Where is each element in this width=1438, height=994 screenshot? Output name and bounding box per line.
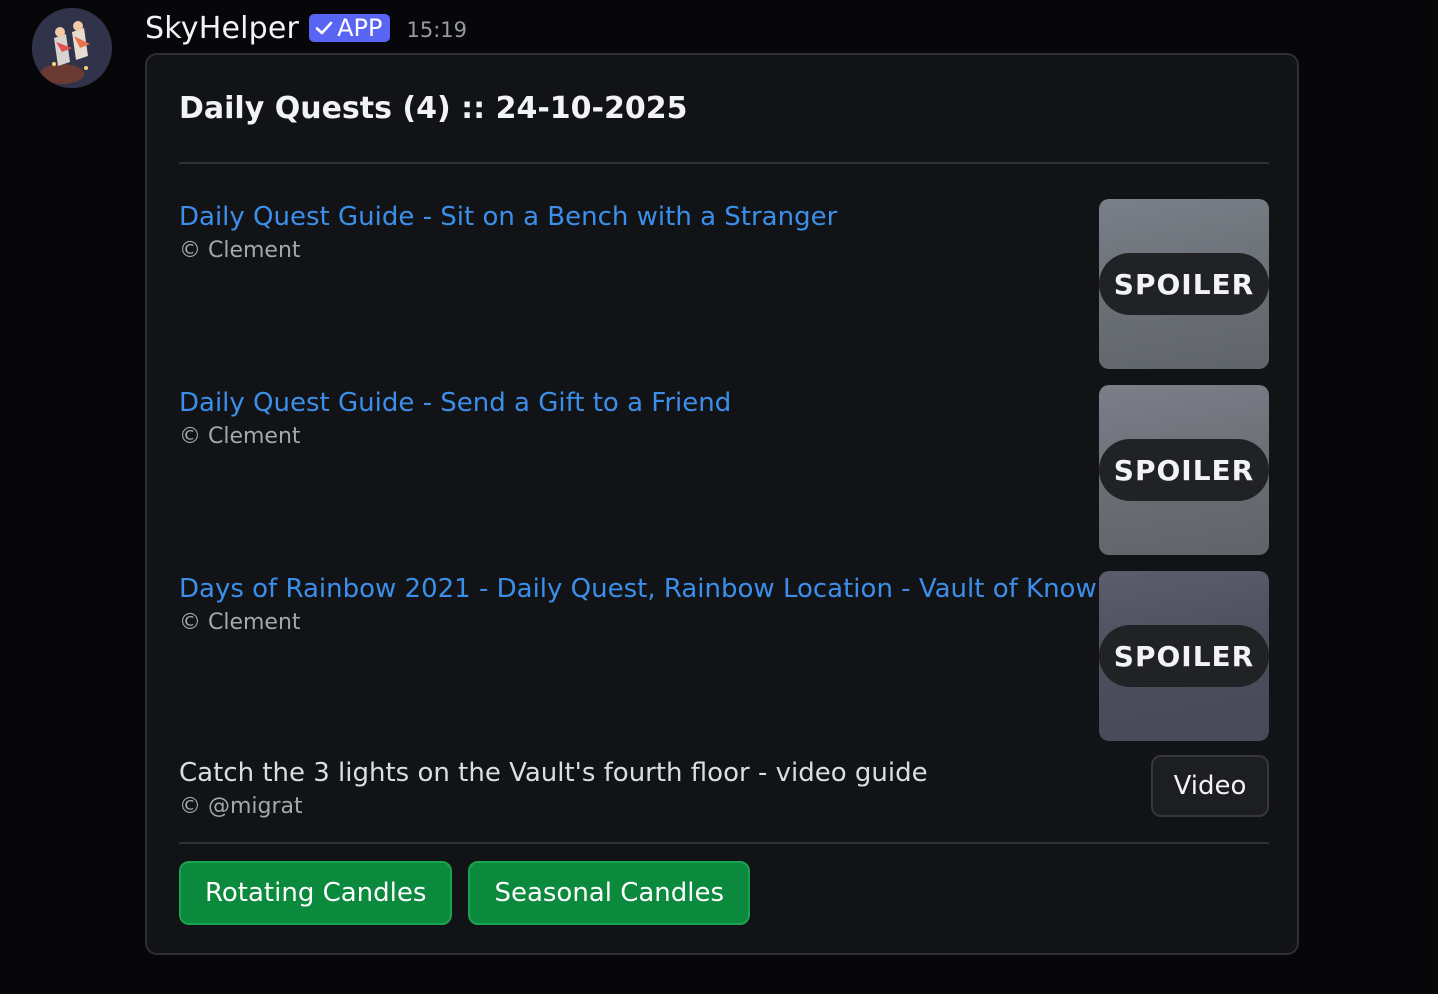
action-row: Rotating Candles Seasonal Candles (179, 861, 751, 925)
message: SkyHelper APP 15:19 Daily Quests (4) :: … (0, 0, 1438, 994)
embed-container: Daily Quests (4) :: 24-10-2025 Daily Que… (145, 53, 1299, 955)
video-button[interactable]: Video (1151, 755, 1269, 817)
section-text: Catch the 3 lights on the Vault's fourth… (179, 758, 928, 788)
app-badge: APP (309, 14, 391, 42)
spoiler-label: SPOILER (1099, 253, 1269, 315)
separator (179, 162, 1269, 164)
spoiler-label: SPOILER (1099, 625, 1269, 687)
avatar-image (32, 8, 112, 88)
checkmark-icon (315, 19, 333, 37)
section-quest-2: Daily Quest Guide - Send a Gift to a Fri… (179, 385, 1269, 555)
avatar[interactable] (32, 8, 112, 88)
separator (179, 842, 1269, 844)
section-quest-3: Days of Rainbow 2021 - Daily Quest, Rain… (179, 571, 1269, 741)
app-badge-label: APP (337, 14, 383, 42)
section-quest-1: Daily Quest Guide - Sit on a Bench with … (179, 199, 1269, 369)
timestamp[interactable]: 15:19 (406, 14, 467, 42)
spoiler-thumbnail[interactable]: SPOILER (1099, 571, 1269, 741)
embed-title: Daily Quests (4) :: 24-10-2025 (179, 91, 688, 126)
section-quest-4: Catch the 3 lights on the Vault's fourth… (179, 755, 1269, 823)
section-credit: © @migrat (179, 794, 303, 819)
seasonal-candles-button[interactable]: Seasonal Candles (468, 861, 751, 925)
spoiler-thumbnail[interactable]: SPOILER (1099, 385, 1269, 555)
spoiler-thumbnail[interactable]: SPOILER (1099, 199, 1269, 369)
message-header: SkyHelper APP 15:19 (145, 8, 467, 48)
spoiler-label: SPOILER (1099, 439, 1269, 501)
rotating-candles-button[interactable]: Rotating Candles (179, 861, 453, 925)
username[interactable]: SkyHelper (145, 11, 299, 46)
